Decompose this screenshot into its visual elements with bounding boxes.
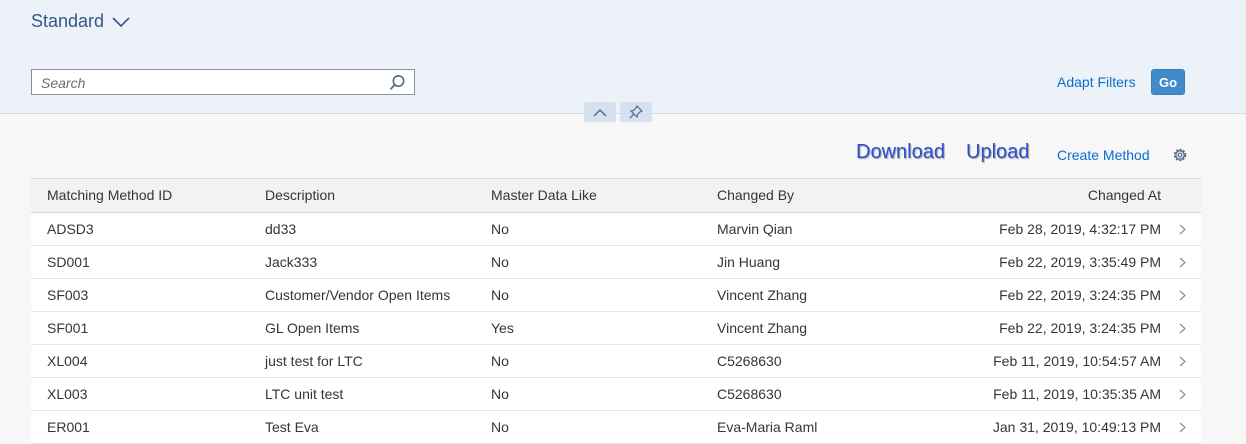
cell-description: dd33 <box>265 221 297 237</box>
table-header: Matching Method ID Description Master Da… <box>31 179 1201 213</box>
chevron-right-icon <box>1179 323 1186 334</box>
upload-button[interactable]: Upload <box>966 141 1029 164</box>
cell-changed-at: Feb 22, 2019, 3:24:35 PM <box>999 287 1161 303</box>
cell-method-id: XL003 <box>47 386 88 402</box>
cell-changed-at: Jan 31, 2019, 10:49:13 PM <box>992 419 1161 435</box>
pin-icon <box>629 105 643 119</box>
variant-label: Standard <box>31 11 105 31</box>
create-method-button[interactable]: Create Method <box>1057 147 1150 163</box>
column-header-master-data-like[interactable]: Master Data Like <box>491 179 597 212</box>
cell-description: Test Eva <box>265 419 319 435</box>
filter-bar: Standard Search Adapt Filters Go <box>0 0 1246 114</box>
chevron-right-icon <box>1179 224 1186 235</box>
cell-description: LTC unit test <box>265 386 344 402</box>
cell-changed-by: Vincent Zhang <box>717 320 808 336</box>
chevron-right-icon <box>1179 389 1186 400</box>
cell-master-data-like: No <box>491 419 509 435</box>
chevron-right-icon <box>1179 290 1186 301</box>
chevron-down-icon <box>112 16 130 27</box>
search-input[interactable]: Search <box>31 69 415 95</box>
cell-method-id: XL004 <box>47 353 88 369</box>
cell-changed-at: Feb 28, 2019, 4:32:17 PM <box>999 221 1161 237</box>
cell-description: GL Open Items <box>265 320 360 336</box>
column-header-changed-by[interactable]: Changed By <box>717 179 794 212</box>
gear-icon[interactable] <box>1171 146 1189 164</box>
cell-description: Jack333 <box>265 254 318 270</box>
cell-changed-at: Feb 22, 2019, 3:24:35 PM <box>999 320 1161 336</box>
cell-changed-by: Vincent Zhang <box>717 287 808 303</box>
collapse-header-button[interactable] <box>584 102 616 122</box>
table-row[interactable]: SF003 Customer/Vendor Open Items No Vinc… <box>31 279 1201 312</box>
variant-management[interactable]: Standard <box>31 11 130 32</box>
column-header-changed-at[interactable]: Changed At <box>1088 179 1161 212</box>
cell-method-id: SF001 <box>47 320 89 336</box>
chevron-up-icon <box>593 108 607 117</box>
cell-master-data-like: No <box>491 386 509 402</box>
adapt-filters-button[interactable]: Adapt Filters <box>1057 74 1136 90</box>
cell-method-id: SF003 <box>47 287 89 303</box>
cell-master-data-like: No <box>491 254 509 270</box>
cell-method-id: ER001 <box>47 419 90 435</box>
cell-description: just test for LTC <box>265 353 363 369</box>
chevron-right-icon <box>1179 356 1186 367</box>
cell-master-data-like: No <box>491 287 509 303</box>
chevron-right-icon <box>1179 257 1186 268</box>
table-row[interactable]: SD001 Jack333 No Jin Huang Feb 22, 2019,… <box>31 246 1201 279</box>
pin-header-button[interactable] <box>620 102 652 122</box>
table-row[interactable]: SF001 GL Open Items Yes Vincent Zhang Fe… <box>31 312 1201 345</box>
cell-method-id: SD001 <box>47 254 90 270</box>
cell-master-data-like: Yes <box>491 320 514 336</box>
table-row[interactable]: ADSD3 dd33 No Marvin Qian Feb 28, 2019, … <box>31 213 1201 246</box>
table-row[interactable]: XL003 LTC unit test No C5268630 Feb 11, … <box>31 378 1201 411</box>
cell-changed-at: Feb 22, 2019, 3:35:49 PM <box>999 254 1161 270</box>
cell-changed-by: Eva-Maria Raml <box>717 419 818 435</box>
search-placeholder: Search <box>41 75 86 91</box>
matching-methods-table: Matching Method ID Description Master Da… <box>31 178 1201 444</box>
column-header-description[interactable]: Description <box>265 179 335 212</box>
table-row[interactable]: XL004 just test for LTC No C5268630 Feb … <box>31 345 1201 378</box>
cell-method-id: ADSD3 <box>47 221 94 237</box>
cell-changed-by: Marvin Qian <box>717 221 793 237</box>
cell-changed-at: Feb 11, 2019, 10:35:35 AM <box>993 386 1161 402</box>
table-row[interactable]: ER001 Test Eva No Eva-Maria Raml Jan 31,… <box>31 411 1201 444</box>
column-header-matching-method-id[interactable]: Matching Method ID <box>47 179 172 212</box>
cell-master-data-like: No <box>491 221 509 237</box>
cell-changed-by: Jin Huang <box>717 254 781 270</box>
cell-description: Customer/Vendor Open Items <box>265 287 451 303</box>
search-icon[interactable] <box>389 74 406 91</box>
chevron-right-icon <box>1179 422 1186 433</box>
cell-changed-at: Feb 11, 2019, 10:54:57 AM <box>993 353 1161 369</box>
cell-changed-by: C5268630 <box>717 353 782 369</box>
download-button[interactable]: Download <box>856 141 945 164</box>
cell-changed-by: C5268630 <box>717 386 782 402</box>
cell-master-data-like: No <box>491 353 509 369</box>
go-button[interactable]: Go <box>1151 69 1185 95</box>
